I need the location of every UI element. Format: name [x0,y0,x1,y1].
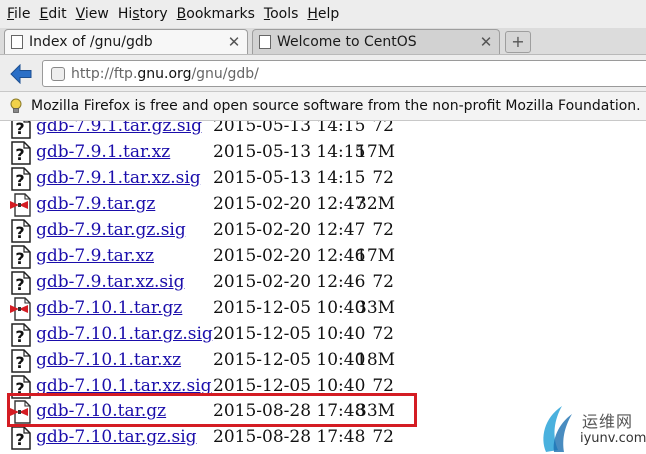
svg-text:?: ? [15,327,24,346]
file-row: ? gdb-7.9.tar.gz.sig 2015-02-20 12:47 72 [0,218,646,244]
svg-text:?: ? [15,430,24,449]
highlight-box [7,393,417,427]
file-link[interactable]: gdb-7.9.tar.xz.sig [36,272,184,292]
file-row: ? gdb-7.9.tar.xz.sig 2015-02-20 12:46 72 [0,270,646,296]
svg-text:?: ? [15,275,24,294]
unknown-file-icon: ? [10,121,32,139]
unknown-file-icon: ? [10,270,32,295]
file-link[interactable]: gdb-7.10.tar.gz.sig [36,427,197,447]
file-link[interactable]: gdb-7.9.1.tar.xz [36,142,170,162]
svg-text:?: ? [15,353,24,372]
menu-edit[interactable]: Edit [36,0,72,28]
unknown-file-icon: ? [10,219,32,243]
page-icon [259,35,271,49]
menu-help[interactable]: Help [304,0,345,28]
tab-label: Welcome to CentOS [277,34,417,50]
unknown-file-icon: ? [10,322,32,347]
menu-view[interactable]: View [73,0,115,28]
file-date: 2015-02-20 12:47 [213,219,366,240]
unknown-file-icon: ? [10,348,32,373]
tab-label: Index of /gnu/gdb [29,34,153,50]
svg-text:?: ? [15,249,24,268]
file-size: 72 [372,323,394,344]
file-link[interactable]: gdb-7.9.1.tar.gz.sig [36,121,202,136]
file-row: gdb-7.10.1.tar.gz 2015-12-05 10:40 33M [0,296,646,322]
tab-index-gnu-gdb[interactable]: Index of /gnu/gdb ✕ [4,29,248,54]
unknown-file-icon: ? [10,141,32,165]
file-date: 2015-05-13 14:15 [213,121,366,136]
menu-bookmarks[interactable]: Bookmarks [174,0,261,28]
file-date: 2015-12-05 10:40 [213,349,366,370]
watermark-logo: 运维网 iyunv.com [532,400,646,454]
archive-file-icon [10,193,32,217]
file-link[interactable]: gdb-7.9.tar.xz [36,246,154,266]
file-date: 2015-12-05 10:40 [213,297,366,318]
file-size: 32M [356,193,396,214]
unknown-file-icon: ? [10,245,32,269]
unknown-file-icon: ? [10,426,32,451]
notification-bar: Mozilla Firefox is free and open source … [0,92,646,121]
navigation-bar: http://ftp.gnu.org/gnu/gdb/ [0,55,646,92]
file-size: 72 [372,219,394,240]
file-row: ? gdb-7.10.1.tar.xz 2015-12-05 10:40 18M [0,348,646,374]
menu-file[interactable]: File [4,0,36,28]
svg-text:?: ? [15,171,24,190]
file-link[interactable]: gdb-7.10.1.tar.gz.sig [36,324,213,344]
file-row: ? gdb-7.9.1.tar.xz 2015-05-13 14:15 17M [0,140,646,166]
new-tab-button[interactable]: + [505,31,531,53]
file-link[interactable]: gdb-7.9.1.tar.xz.sig [36,168,201,188]
file-row: gdb-7.9.tar.gz 2015-02-20 12:47 32M [0,192,646,218]
watermark-title: 运维网 [582,412,634,431]
tab-welcome-centos[interactable]: Welcome to CentOS ✕ [252,29,500,54]
menu-tools[interactable]: Tools [261,0,305,28]
file-row: ? gdb-7.9.tar.xz 2015-02-20 12:46 17M [0,244,646,270]
file-date: 2015-12-05 10:40 [213,323,366,344]
file-date: 2015-05-13 14:15 [213,167,366,188]
site-identity-icon[interactable] [51,66,65,81]
tab-bar: Index of /gnu/gdb ✕ Welcome to CentOS ✕ … [0,28,646,55]
back-arrow-icon [10,64,32,84]
menu-bar: File Edit View History Bookmarks Tools Help [0,0,646,28]
file-size: 17M [356,141,396,162]
file-date: 2015-02-20 12:47 [213,193,366,214]
file-size: 33M [356,297,396,318]
page-icon [11,35,23,49]
file-size: 17M [356,245,396,266]
file-date: 2015-02-20 12:46 [213,245,366,266]
svg-text:?: ? [15,121,24,138]
svg-text:?: ? [15,145,24,164]
file-date: 2015-08-28 17:48 [213,427,366,448]
menu-history[interactable]: History [115,0,174,28]
url-text: http://ftp.gnu.org/gnu/gdb/ [71,65,259,82]
back-button[interactable] [8,62,34,86]
file-row: ? gdb-7.9.1.tar.xz.sig 2015-05-13 14:15 72 [0,166,646,192]
archive-file-icon [10,296,32,321]
watermark-swoosh-icon [543,406,572,452]
url-bar[interactable]: http://ftp.gnu.org/gnu/gdb/ [42,60,646,87]
file-size: 18M [356,349,396,370]
file-row: ? gdb-7.10.1.tar.gz.sig 2015-12-05 10:40 72 [0,322,646,348]
file-link[interactable]: gdb-7.10.1.tar.gz [36,298,182,318]
close-tab-icon[interactable]: ✕ [477,33,495,51]
lightbulb-icon [10,98,22,114]
svg-text:?: ? [15,223,24,242]
file-link[interactable]: gdb-7.9.tar.gz.sig [36,220,186,240]
file-size: 72 [372,427,394,448]
file-size: 72 [372,167,394,188]
file-size: 72 [372,271,394,292]
file-size: 72 [372,121,394,136]
file-date: 2015-02-20 12:46 [213,271,366,292]
file-link[interactable]: gdb-7.9.tar.gz [36,194,155,214]
file-date: 2015-05-13 14:15 [213,141,366,162]
unknown-file-icon: ? [10,167,32,191]
notification-text: Mozilla Firefox is free and open source … [31,98,641,114]
close-tab-icon[interactable]: ✕ [225,33,243,51]
watermark-url: iyunv.com [580,431,646,446]
file-link[interactable]: gdb-7.10.1.tar.xz [36,350,181,370]
file-row: ? gdb-7.9.1.tar.gz.sig 2015-05-13 14:15 72 [0,121,646,140]
